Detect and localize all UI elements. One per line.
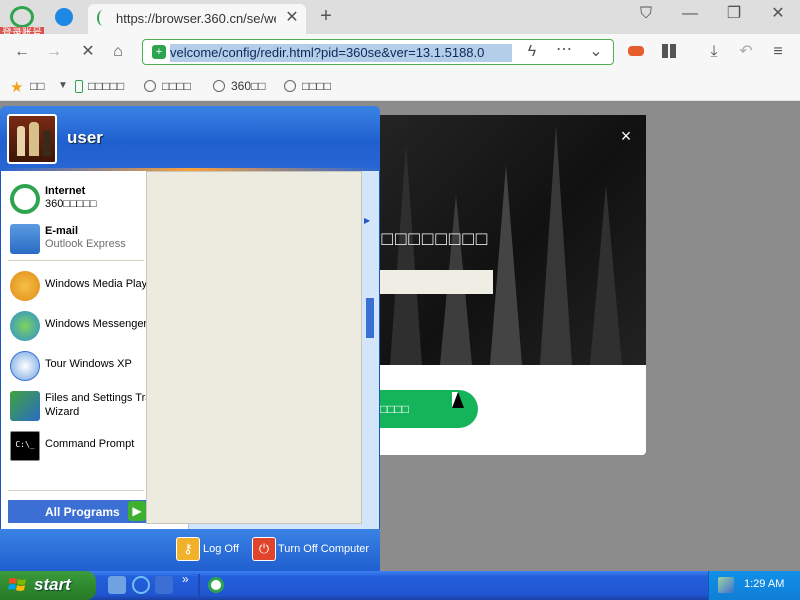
menu-separator	[8, 490, 144, 491]
menu-item-media-player[interactable]: Windows Media Playe	[8, 267, 153, 303]
globe-icon	[213, 80, 225, 92]
modal-heading: □□□□□□□□□	[368, 229, 490, 250]
menu-item-files-settings-wizard[interactable]: Files and Settings Tra Wizard	[8, 387, 152, 423]
quicklaunch-chevron[interactable]: »	[182, 572, 189, 586]
bookmark-favorites[interactable]: □□	[30, 79, 45, 95]
clock[interactable]: 1:29 AM	[744, 578, 784, 590]
tour-icon	[10, 351, 40, 381]
turn-off-button[interactable]: Turn Off Computer	[278, 543, 369, 555]
download-icon[interactable]: ⤓	[704, 42, 724, 62]
menu-item-title: Tour Windows XP	[45, 358, 132, 370]
close-window-icon[interactable]: ✕	[768, 4, 788, 24]
bookmark-item-1[interactable]: □□□□□	[88, 79, 124, 95]
bookmark-item-2[interactable]: □□□□	[162, 79, 191, 95]
quicklaunch-desktop-icon[interactable]	[108, 576, 126, 594]
browser-logo-icon[interactable]	[10, 6, 34, 28]
log-off-button[interactable]: Log Off	[203, 543, 239, 555]
globe-icon	[284, 80, 296, 92]
menu-item-subtitle: 360□□□□□	[45, 198, 97, 210]
home-icon[interactable]: ⌂	[108, 42, 128, 62]
menu-item-title: Windows Media Playe	[45, 278, 154, 290]
phone-icon	[75, 80, 83, 93]
quicklaunch-media-icon[interactable]	[155, 576, 173, 594]
shirt-icon[interactable]: ⛉	[636, 4, 656, 24]
tab-title[interactable]: https://browser.360.cn/se/wel	[116, 11, 276, 27]
bookmark-item-4[interactable]: □□□□	[302, 79, 331, 95]
apps-icon[interactable]	[662, 44, 676, 58]
menu-item-email[interactable]: E-mail Outlook Express	[8, 220, 148, 256]
caret-down-icon[interactable]: ▼	[58, 80, 68, 91]
back-icon[interactable]: ←	[12, 42, 32, 62]
menu-item-title: Windows Messenger	[45, 318, 148, 330]
scrollbar-thumb[interactable]	[366, 298, 374, 338]
start-label: start	[34, 575, 71, 594]
mouse-cursor-icon	[452, 392, 464, 408]
transfer-wizard-icon	[10, 391, 40, 421]
bookmark-item-3[interactable]: 360□□	[231, 79, 266, 95]
taskbar-360-icon[interactable]	[208, 577, 224, 593]
network-icon[interactable]	[718, 577, 734, 593]
menu-item-title: E-mail	[45, 225, 79, 237]
taskbar-separator	[198, 574, 200, 597]
menu-item-subtitle: Outlook Express	[45, 238, 126, 250]
globe-icon	[144, 80, 156, 92]
restore-icon[interactable]: ❐	[724, 4, 744, 24]
menu-item-subtitle: Wizard	[45, 406, 80, 418]
quicklaunch-ie-icon[interactable]	[132, 576, 150, 594]
close-icon[interactable]: ×	[616, 126, 636, 146]
menu-item-title: Command Prompt	[45, 438, 135, 450]
chevron-down-icon[interactable]: ⌄	[586, 42, 606, 62]
media-player-icon	[10, 271, 40, 301]
tab-loading-icon	[97, 10, 109, 26]
outlook-icon	[10, 224, 40, 254]
menu-item-title: Files and Settings Tra	[45, 392, 152, 404]
key-icon[interactable]: ⚷	[176, 537, 200, 561]
start-menu-header	[0, 106, 380, 168]
menu-item-command-prompt[interactable]: C:\_ Command Prompt	[8, 427, 148, 463]
lightning-icon[interactable]: ϟ	[522, 42, 542, 62]
undo-icon[interactable]: ↶	[736, 42, 756, 62]
minimize-icon[interactable]: —	[680, 4, 700, 24]
command-prompt-icon: C:\_	[10, 431, 40, 461]
menu-icon[interactable]: ≡	[768, 42, 788, 62]
shield-icon: +	[152, 45, 166, 59]
messenger-icon	[10, 311, 40, 341]
menu-item-internet[interactable]: Internet 360□□□□□	[8, 180, 148, 216]
all-programs-label: All Programs	[45, 505, 120, 519]
submenu-panel	[146, 171, 362, 524]
forward-icon[interactable]: →	[44, 42, 64, 62]
url-text[interactable]: velcome/config/redir.html?pid=360se&ver=…	[170, 44, 512, 62]
new-tab-icon[interactable]: +	[316, 6, 336, 26]
power-icon[interactable]: ⏻	[252, 537, 276, 561]
stop-icon[interactable]: ✕	[78, 42, 98, 62]
menu-item-title: Internet	[45, 185, 86, 197]
username: user	[67, 128, 103, 147]
menu-separator	[8, 260, 144, 261]
menu-item-messenger[interactable]: Windows Messenger	[8, 307, 148, 343]
browser-360-icon	[10, 184, 40, 214]
tab-close-icon[interactable]: ✕	[282, 8, 302, 28]
game-icon[interactable]	[628, 46, 644, 56]
star-icon[interactable]: ★	[10, 78, 23, 96]
arrow-right-icon: ▶	[128, 501, 146, 521]
submenu-arrow-icon: ▶	[364, 216, 371, 225]
send-icon[interactable]	[55, 8, 73, 26]
modal-action-label: □□□□	[380, 402, 409, 416]
windows-flag-icon	[8, 578, 26, 591]
user-avatar[interactable]	[7, 114, 57, 164]
more-icon[interactable]: ⋯	[554, 40, 574, 60]
menu-item-tour[interactable]: Tour Windows XP	[8, 347, 148, 383]
